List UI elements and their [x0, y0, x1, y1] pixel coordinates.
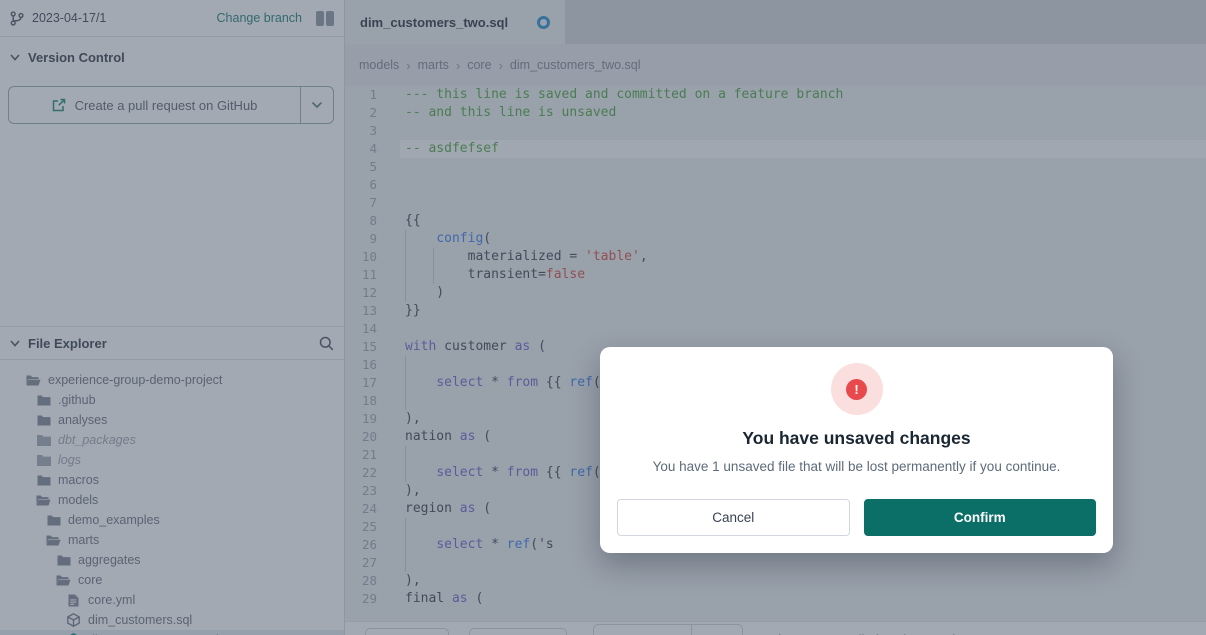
alert-icon: !: [831, 363, 883, 415]
cancel-button[interactable]: Cancel: [617, 499, 850, 536]
alert-exclamation: !: [846, 379, 867, 400]
confirm-button[interactable]: Confirm: [864, 499, 1097, 536]
modal-actions: Cancel Confirm: [600, 499, 1113, 536]
modal-title: You have unsaved changes: [600, 428, 1113, 449]
modal-body: You have 1 unsaved file that will be los…: [600, 459, 1113, 474]
unsaved-changes-modal: ! You have unsaved changes You have 1 un…: [600, 347, 1113, 553]
dbt-cloud-ide: 2023-04-17/1 Change branch Version Contr…: [0, 0, 1206, 635]
